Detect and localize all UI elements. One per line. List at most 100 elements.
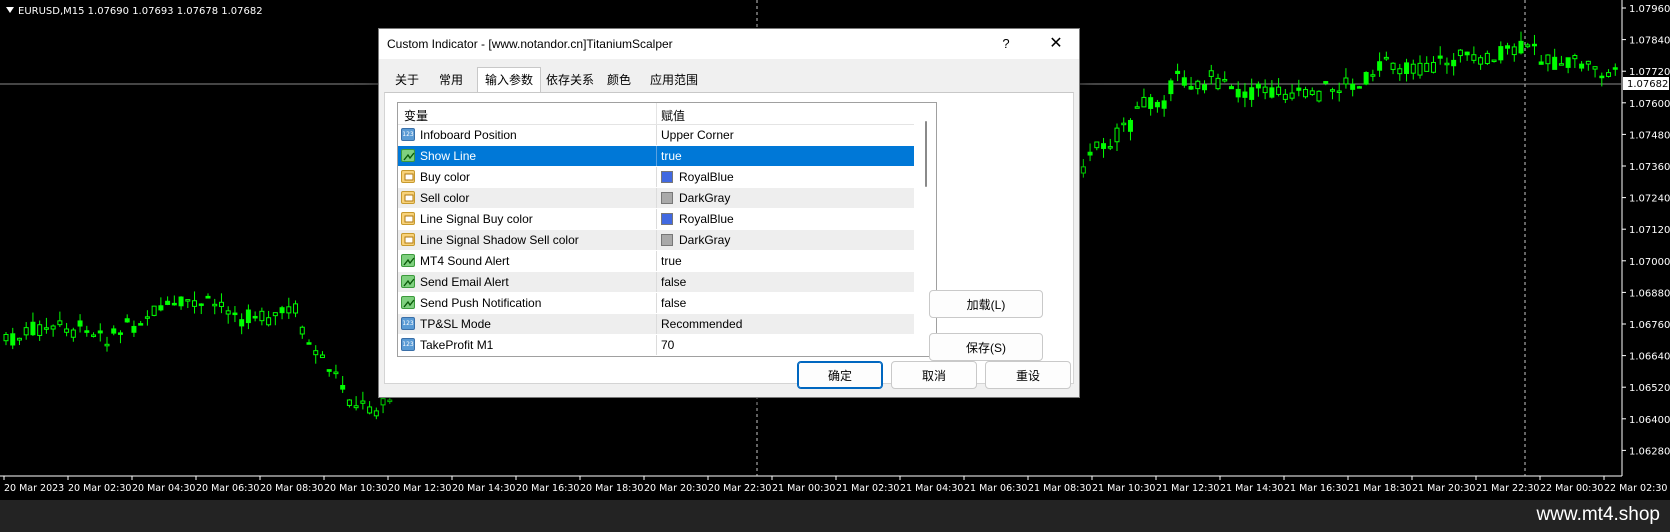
header-separator (656, 103, 657, 124)
time-label: 21 Mar 02:30 (836, 483, 899, 494)
column-separator (656, 335, 657, 355)
parameter-value[interactable]: DarkGray (679, 191, 730, 205)
price-label: 1.07000 (1629, 257, 1670, 268)
close-button[interactable]: ✕ (1041, 33, 1071, 55)
price-label: 1.07960 (1629, 4, 1670, 15)
boolean-icon (401, 254, 415, 267)
time-label: 21 Mar 06:30 (964, 483, 1027, 494)
parameter-name: Buy color (420, 170, 471, 184)
parameter-row[interactable]: Line Signal Buy color RoyalBlue (398, 209, 914, 229)
price-label: 1.06880 (1629, 288, 1670, 299)
parameter-row[interactable]: Show Line true (398, 146, 914, 166)
time-label: 21 Mar 12:30 (1156, 483, 1219, 494)
price-label: 1.07480 (1629, 130, 1670, 141)
time-label: 21 Mar 18:30 (1348, 483, 1411, 494)
color-icon (401, 170, 415, 183)
price-label: 1.06760 (1629, 320, 1670, 331)
time-label: 21 Mar 14:30 (1220, 483, 1283, 494)
numeric-icon: 123 (401, 128, 415, 141)
parameter-row[interactable]: Line Signal Shadow Sell color DarkGray (398, 230, 914, 250)
grid-scrollbar[interactable] (917, 103, 935, 356)
time-label: 20 Mar 18:30 (580, 483, 643, 494)
header-variable[interactable]: 变量 (404, 107, 428, 124)
color-swatch (661, 192, 673, 204)
tab-dependencies[interactable]: 依存关系 (541, 69, 599, 91)
time-label: 20 Mar 12:30 (388, 483, 451, 494)
parameter-value[interactable]: true (661, 254, 682, 268)
parameter-name: Send Email Alert (420, 275, 509, 289)
boolean-icon (401, 296, 415, 309)
parameter-name: MT4 Sound Alert (420, 254, 510, 268)
column-separator (656, 293, 657, 313)
color-swatch (661, 171, 673, 183)
price-label: 1.07720 (1629, 67, 1670, 78)
chart-info: EURUSD,M15 1.07690 1.07693 1.07678 1.076… (6, 6, 263, 17)
parameter-value[interactable]: 70 (661, 338, 674, 352)
current-price-label: 1.07682 (1627, 79, 1668, 90)
parameter-row[interactable]: 123 TP&SL Mode Recommended (398, 314, 914, 334)
ok-button[interactable]: 确定 (797, 361, 883, 389)
header-value[interactable]: 赋值 (661, 107, 685, 124)
time-label: 20 Mar 2023 (4, 483, 64, 494)
save-button[interactable]: 保存(S) (929, 333, 1043, 361)
time-label: 21 Mar 08:30 (1028, 483, 1091, 494)
parameter-value[interactable]: RoyalBlue (679, 170, 734, 184)
parameter-value[interactable]: true (661, 149, 682, 163)
tab-colors[interactable]: 颜色 (601, 69, 637, 91)
time-label: 20 Mar 10:30 (324, 483, 387, 494)
parameter-row[interactable]: Send Push Notification false (398, 293, 914, 313)
price-label: 1.07240 (1629, 194, 1670, 205)
color-icon (401, 233, 415, 246)
parameter-value[interactable]: false (661, 275, 686, 289)
column-separator (656, 125, 657, 145)
bottom-bar (0, 500, 1670, 532)
tab-visualization[interactable]: 应用范围 (643, 69, 705, 91)
parameter-value[interactable]: RoyalBlue (679, 212, 734, 226)
parameter-name: Send Push Notification (420, 296, 542, 310)
tab-inputs[interactable]: 输入参数 (477, 67, 541, 93)
dialog-title: Custom Indicator - [www.notandor.cn]Tita… (387, 37, 673, 51)
parameter-value[interactable]: Recommended (661, 317, 742, 331)
parameter-name: Infoboard Position (420, 128, 517, 142)
tab-about[interactable]: 关于 (389, 69, 425, 91)
parameter-value[interactable]: DarkGray (679, 233, 730, 247)
parameters-grid[interactable]: 变量 赋值 123 Infoboard Position Upper Corner S… (397, 102, 937, 357)
parameter-name: Sell color (420, 191, 470, 205)
time-label: 20 Mar 14:30 (452, 483, 515, 494)
parameter-row[interactable]: Sell color DarkGray (398, 188, 914, 208)
help-button[interactable]: ? (993, 33, 1019, 55)
watermark: www.mt4.shop (1536, 504, 1660, 525)
symbol-quote: EURUSD,M15 1.07690 1.07693 1.07678 1.076… (18, 6, 263, 17)
grid-header: 变量 赋值 (398, 103, 914, 125)
color-swatch (661, 234, 673, 246)
parameter-name: TakeProfit M1 (420, 338, 494, 352)
price-label: 1.06520 (1629, 383, 1670, 394)
time-label: 20 Mar 04:30 (132, 483, 195, 494)
cancel-button[interactable]: 取消 (891, 361, 977, 389)
dialog-titlebar[interactable]: Custom Indicator - [www.notandor.cn]Tita… (379, 29, 1079, 59)
column-separator (656, 230, 657, 250)
column-separator (656, 167, 657, 187)
parameter-row[interactable]: 123 Infoboard Position Upper Corner (398, 125, 914, 145)
parameter-row[interactable]: Send Email Alert false (398, 272, 914, 292)
load-button[interactable]: 加载(L) (929, 290, 1043, 318)
scrollbar-thumb[interactable] (925, 121, 927, 187)
boolean-icon (401, 275, 415, 288)
parameter-row[interactable]: Buy color RoyalBlue (398, 167, 914, 187)
parameter-row[interactable]: 123 TakeProfit M1 70 (398, 335, 914, 355)
time-label: 20 Mar 16:30 (516, 483, 579, 494)
time-label: 21 Mar 04:30 (900, 483, 963, 494)
price-label: 1.07840 (1629, 36, 1670, 47)
column-separator (656, 251, 657, 271)
price-label: 1.06280 (1629, 446, 1670, 457)
color-swatch (661, 213, 673, 225)
parameter-row[interactable]: MT4 Sound Alert true (398, 251, 914, 271)
parameter-value[interactable]: false (661, 296, 686, 310)
numeric-icon: 123 (401, 338, 415, 351)
tab-common[interactable]: 常用 (431, 69, 471, 91)
time-label: 21 Mar 20:30 (1412, 483, 1475, 494)
reset-button[interactable]: 重设 (985, 361, 1071, 389)
time-label: 20 Mar 02:30 (68, 483, 131, 494)
chart-menu-triangle-icon[interactable] (6, 7, 14, 13)
parameter-value[interactable]: Upper Corner (661, 128, 734, 142)
